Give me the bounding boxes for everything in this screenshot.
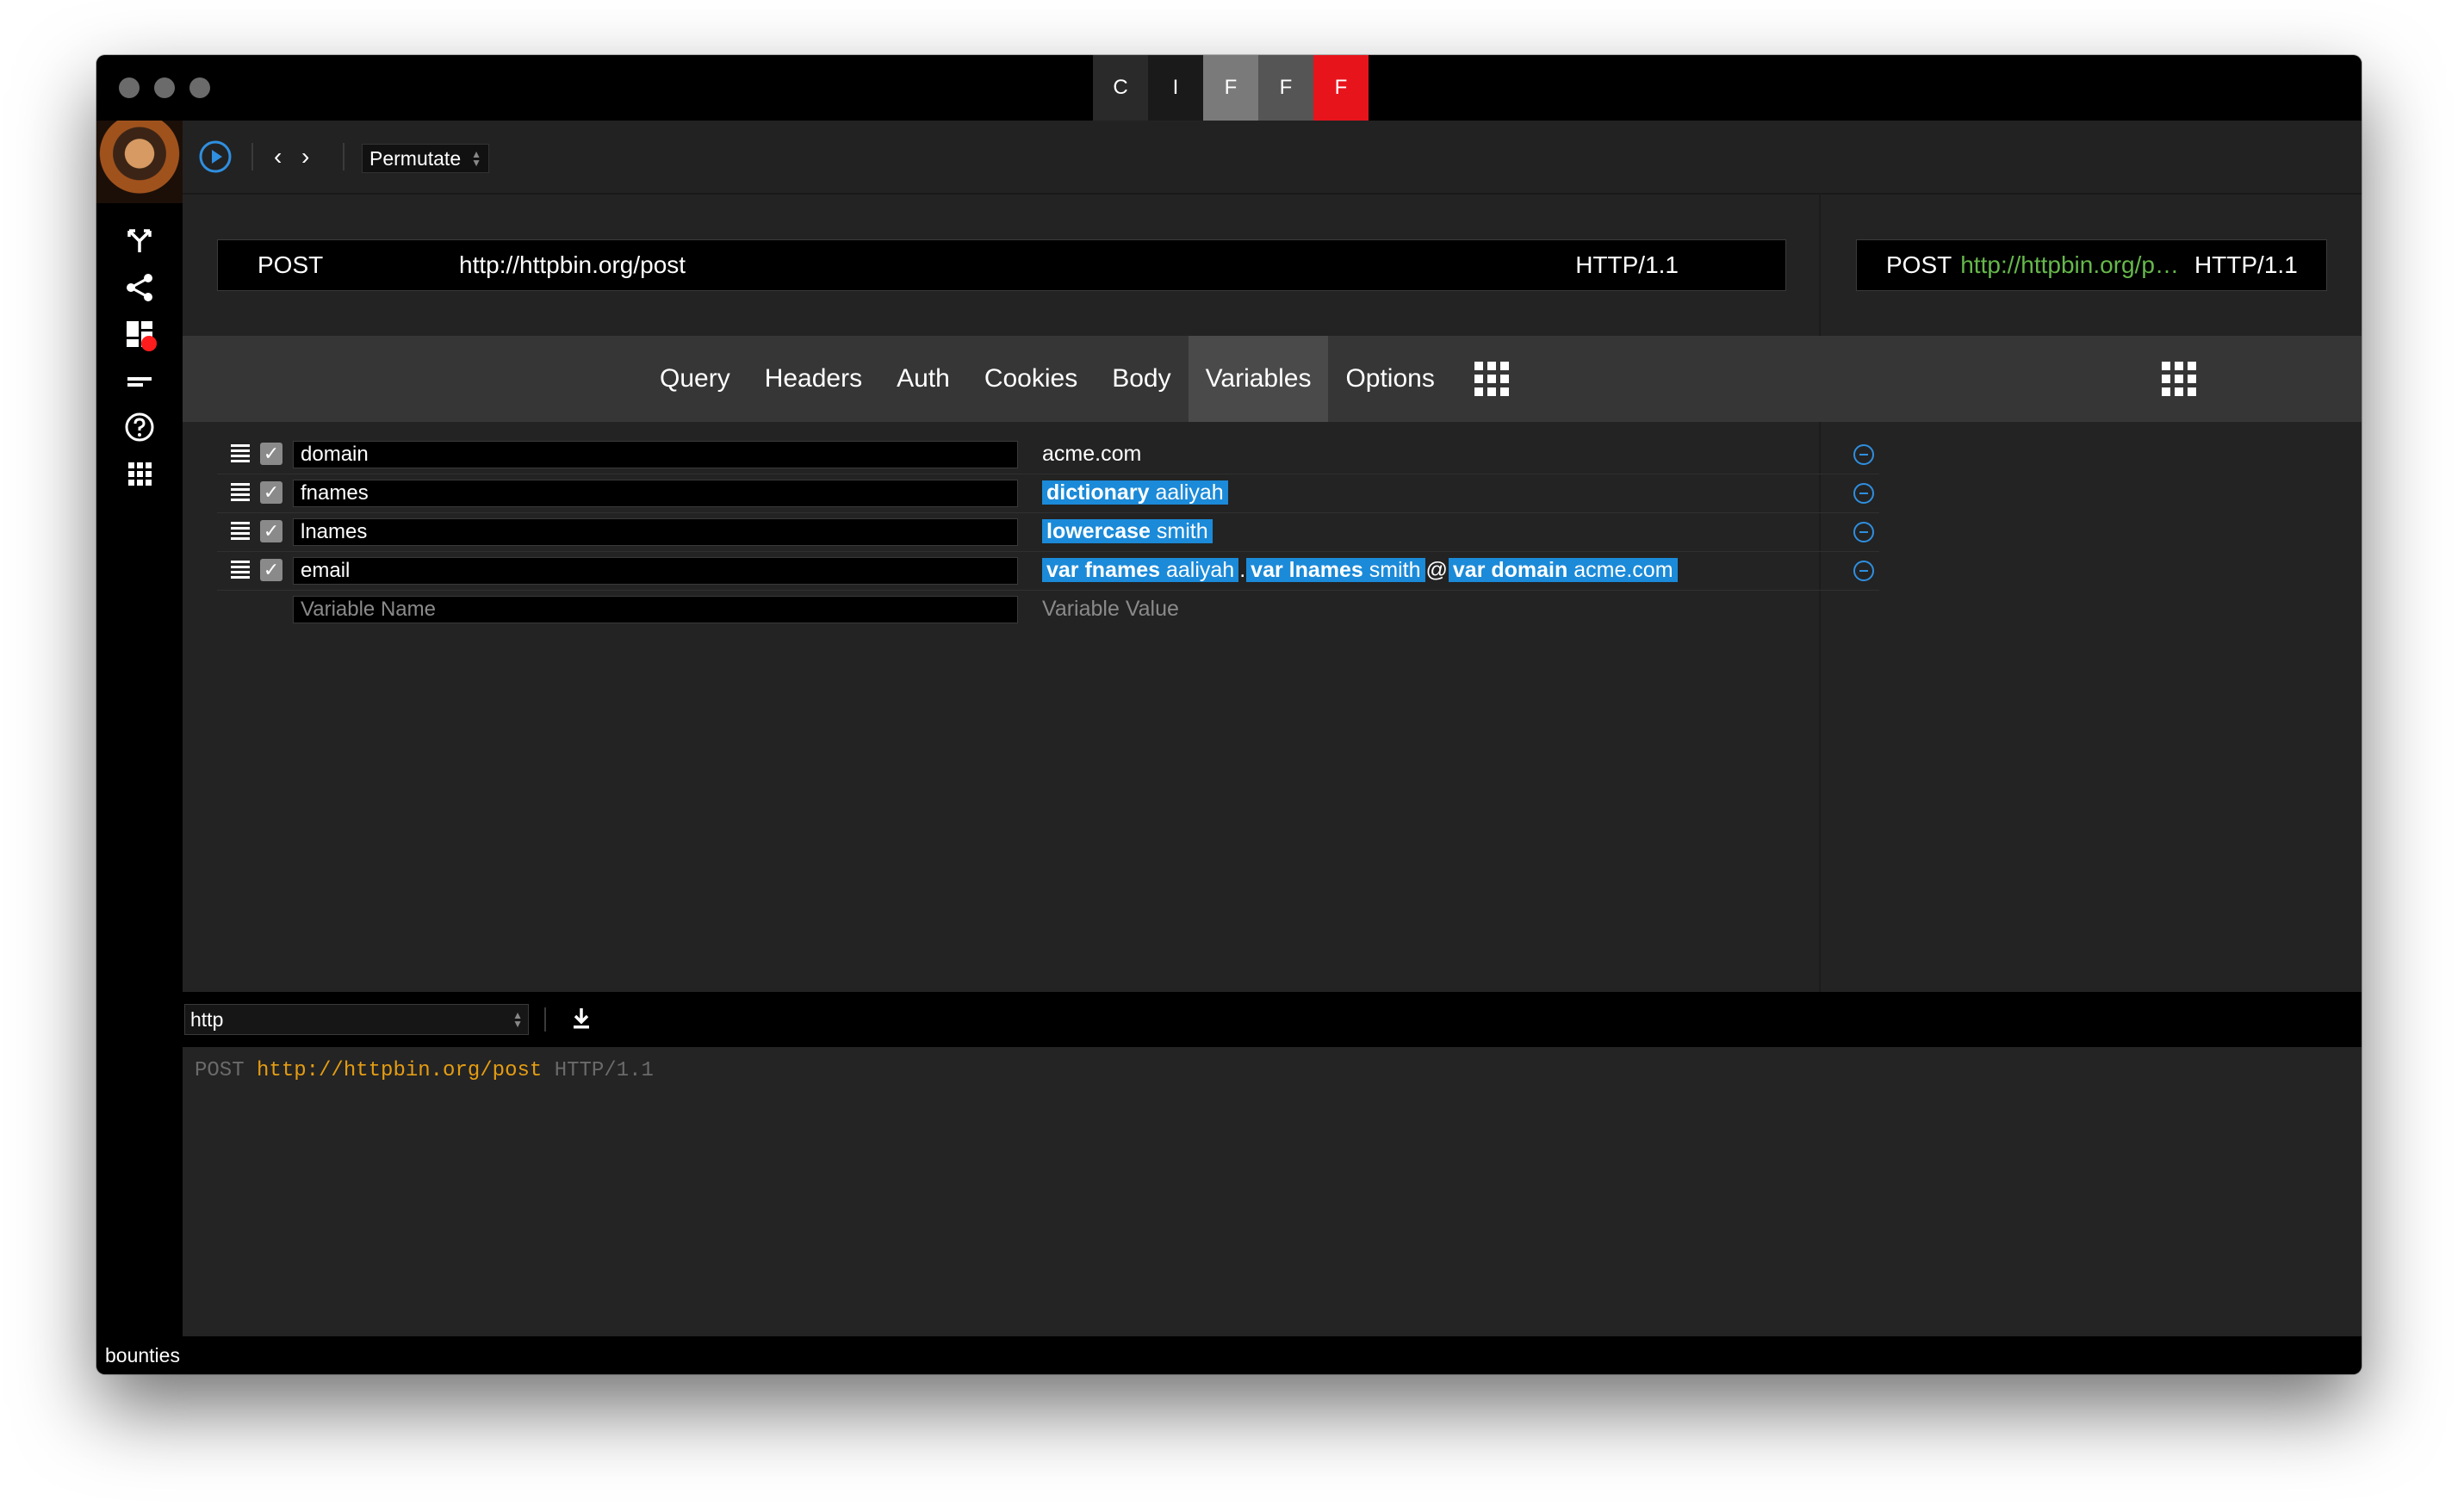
code-url: http://httpbin.org/post [257,1059,543,1082]
dynamic-value-token[interactable]: lowercase smith [1042,519,1213,543]
request-url[interactable]: http://httpbin.org/post [459,251,686,279]
variable-enabled-checkbox[interactable]: ✓ [260,559,282,581]
share-icon[interactable] [121,269,158,307]
preview-url: http://httpbin.org/p… [1960,251,2179,278]
variable-name-input[interactable]: lnames [293,518,1018,546]
output-code[interactable]: POST http://httpbin.org/post HTTP/1.1 [183,1047,2362,1333]
close-window-button[interactable] [119,77,140,98]
toolbar: ‹ › Permutate ▲ ▼ [183,121,2362,195]
variable-row: ✓ lnames lowercase smith [217,513,1879,552]
preview-protocol: HTTP/1.1 [2194,251,2298,278]
tab-list: Query Headers Auth Cookies Body Variable… [642,336,1452,422]
drag-handle-icon[interactable] [231,522,250,541]
zoom-window-button[interactable] [189,77,210,98]
status-bar: bounties [96,1336,2362,1374]
toolbar-divider [544,1007,546,1032]
drag-handle-icon[interactable] [231,444,250,463]
toolbar-divider [343,143,344,170]
variable-enabled-checkbox[interactable]: ✓ [260,481,282,504]
tab-options[interactable]: Options [1328,336,1451,422]
status-text: bounties [105,1344,180,1366]
mode-select[interactable]: Permutate ▲ ▼ [362,144,489,173]
variables-table: ✓ domain acme.com ✓ fnames dictionary aa… [217,436,1879,629]
download-icon[interactable] [567,1004,596,1033]
variable-value-input[interactable]: lowercase smith [1042,518,1213,546]
request-line[interactable]: POST http://httpbin.org/post HTTP/1.1 [217,239,1786,291]
dynamic-value-token[interactable]: var lnames smith [1246,558,1425,582]
code-protocol: HTTP/1.1 [554,1059,654,1082]
remove-variable-icon[interactable] [1853,522,1874,542]
remove-variable-icon[interactable] [1853,561,1874,581]
window-controls [119,77,210,98]
variable-row: ✓ domain acme.com [217,436,1879,474]
toolbar-divider [251,143,253,170]
request-protocol[interactable]: HTTP/1.1 [1575,251,1679,279]
request-preview: POST http://httpbin.org/p… HTTP/1.1 [1856,239,2327,291]
play-icon[interactable] [198,139,233,174]
drag-handle-icon[interactable] [231,561,250,579]
app-window: C I F F F ‹ › Permutate ▲ ▼ POST http://… [96,55,2362,1374]
mode-f-button-2[interactable]: F [1258,55,1313,121]
apps-grid-icon[interactable] [121,455,158,493]
request-method[interactable]: POST [258,251,323,279]
new-variable-name-input[interactable]: Variable Name [293,596,1018,623]
titlebar: C I F F F [96,55,2362,121]
remove-variable-icon[interactable] [1853,483,1874,504]
more-tabs-grid-icon[interactable] [1474,362,1509,396]
tab-cookies[interactable]: Cookies [967,336,1095,422]
merge-icon[interactable] [121,222,158,260]
mode-i-button[interactable]: I [1148,55,1203,121]
output-format-select[interactable]: http ▲ ▼ [184,1004,529,1035]
notes-icon[interactable] [121,362,158,400]
updown-chevron-icon: ▲ ▼ [512,1009,523,1030]
avatar[interactable] [96,121,183,203]
output-format-value: http [190,1007,224,1031]
mode-c-button[interactable]: C [1093,55,1148,121]
output-toolbar: http ▲ ▼ [183,992,2362,1047]
tab-body[interactable]: Body [1095,336,1188,422]
chevron-left-icon[interactable]: ‹ [274,139,282,174]
remove-variable-icon[interactable] [1853,444,1874,465]
dynamic-value-token[interactable]: var fnames aaliyah [1042,558,1239,582]
mode-switcher: C I F F F [1093,55,1369,121]
tab-auth[interactable]: Auth [879,336,967,422]
tabs-bar: Query Headers Auth Cookies Body Variable… [183,336,2362,422]
sidebar [96,121,183,1336]
tab-query[interactable]: Query [642,336,748,422]
variable-value-input[interactable]: var fnames aaliyah. var lnames smith @ var … [1042,557,1678,585]
preview-method: POST [1886,251,1952,278]
minimize-window-button[interactable] [154,77,175,98]
tab-headers[interactable]: Headers [748,336,879,422]
preview-grid-icon[interactable] [2162,362,2196,396]
variable-enabled-checkbox[interactable]: ✓ [260,443,282,465]
notification-dot [141,336,157,351]
variable-name-input[interactable]: email [293,557,1018,585]
chevron-right-icon[interactable]: › [301,139,309,174]
dynamic-value-token[interactable]: dictionary aaliyah [1042,480,1228,505]
mode-select-value: Permutate [369,146,462,170]
value-separator-dot: . [1239,558,1246,582]
variable-row: ✓ email var fnames aaliyah. var lnames sm… [217,552,1879,591]
dynamic-value-token[interactable]: var domain acme.com [1448,558,1678,582]
new-variable-row: Variable Name Variable Value [217,591,1879,629]
mode-f-button-3[interactable]: F [1313,55,1369,121]
variable-enabled-checkbox[interactable]: ✓ [260,520,282,542]
updown-chevron-icon: ▲ ▼ [471,148,481,169]
variable-value-input[interactable]: acme.com [1042,441,1141,468]
new-variable-value-input[interactable]: Variable Value [1042,596,1179,623]
value-text: acme.com [1042,442,1142,466]
drag-handle-icon[interactable] [231,483,250,502]
value-separator-at: @ [1425,558,1448,582]
dashboard-icon[interactable] [121,315,158,353]
tab-variables[interactable]: Variables [1188,336,1329,422]
variable-name-input[interactable]: fnames [293,480,1018,507]
variable-value-input[interactable]: dictionary aaliyah [1042,480,1228,507]
mode-f-button-1[interactable]: F [1203,55,1258,121]
code-method: POST [195,1059,245,1082]
help-icon[interactable] [121,408,158,446]
variable-name-input[interactable]: domain [293,441,1018,468]
variable-row: ✓ fnames dictionary aaliyah [217,474,1879,513]
